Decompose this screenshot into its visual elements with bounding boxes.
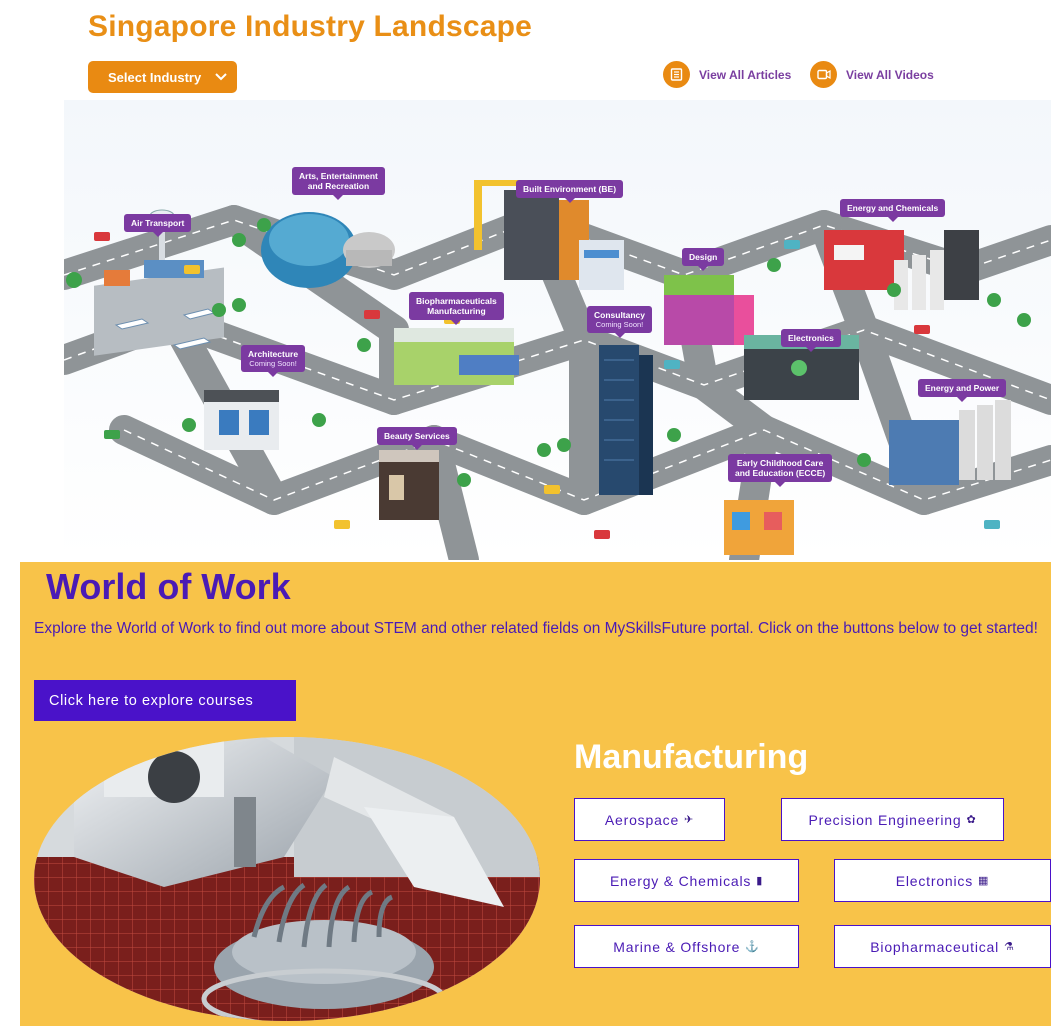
pin-energy-chemicals[interactable]: Energy and Chemicals bbox=[840, 199, 946, 223]
pin-label: Air Transport bbox=[131, 218, 185, 228]
pin-biopharmaceuticals[interactable]: Biopharmaceuticals Manufacturing bbox=[409, 292, 504, 326]
electronics-label: Electronics bbox=[895, 872, 974, 889]
manufacturing-title: Manufacturing bbox=[574, 738, 809, 776]
airplane-icon: ✈ bbox=[684, 814, 695, 826]
industry-landscape-section: Singapore Industry Landscape Select Indu… bbox=[0, 0, 1051, 560]
precision-engineering-label: Precision Engineering bbox=[808, 811, 962, 828]
pin-label: Manufacturing bbox=[427, 306, 486, 317]
flask-icon: ⚗ bbox=[1004, 941, 1015, 953]
precision-engineering-button[interactable]: Precision Engineering ✿ bbox=[781, 798, 1004, 841]
pin-coming-soon: Coming Soon! bbox=[249, 359, 297, 369]
biopharmaceutical-label: Biopharmaceutical bbox=[870, 938, 1000, 955]
pin-label: Arts, Entertainment bbox=[299, 171, 378, 181]
city-map-illustration bbox=[64, 100, 1051, 560]
pin-label: Architecture bbox=[248, 349, 299, 359]
pin-air-transport[interactable]: Air Transport bbox=[124, 214, 192, 238]
pin-built-environment[interactable]: Built Environment (BE) bbox=[516, 180, 624, 204]
chevron-down-icon bbox=[215, 73, 227, 81]
pin-beauty-services[interactable]: Beauty Services bbox=[377, 427, 457, 451]
pin-label: Consultancy bbox=[594, 310, 646, 320]
pin-label: and Education (ECCE) bbox=[735, 468, 826, 479]
world-of-work-title: World of Work bbox=[46, 566, 291, 607]
landscape-title: Singapore Industry Landscape bbox=[88, 10, 533, 43]
chip-icon: ▦ bbox=[978, 875, 990, 887]
pin-arts-entertainment[interactable]: Arts, Entertainment and Recreation bbox=[292, 167, 385, 201]
pin-label: Design bbox=[689, 252, 718, 262]
video-camera-icon bbox=[810, 61, 837, 88]
marine-offshore-button[interactable]: Marine & Offshore ⚓ bbox=[574, 925, 799, 968]
pin-label: and Recreation bbox=[307, 181, 370, 192]
pin-label: Energy and Chemicals bbox=[847, 203, 939, 213]
marine-offshore-label: Marine & Offshore bbox=[613, 938, 741, 955]
pin-ecce[interactable]: Early Childhood Care and Education (ECCE… bbox=[728, 454, 833, 488]
pin-label: Beauty Services bbox=[384, 431, 450, 441]
gear-icon: ✿ bbox=[966, 814, 977, 826]
select-industry-dropdown[interactable]: Select Industry bbox=[88, 61, 237, 93]
pin-label: Energy and Power bbox=[925, 383, 1000, 393]
pin-coming-soon: Coming Soon! bbox=[595, 320, 644, 330]
aerospace-label: Aerospace bbox=[604, 811, 680, 828]
pin-label: Biopharmaceuticals bbox=[416, 296, 497, 306]
industry-city-map: Arts, Entertainment and Recreation Air T… bbox=[64, 100, 1051, 560]
view-all-articles-link[interactable]: View All Articles bbox=[663, 61, 791, 88]
aerospace-button[interactable]: Aerospace ✈ bbox=[574, 798, 725, 841]
view-all-videos-link[interactable]: View All Videos bbox=[810, 61, 934, 88]
electronics-button[interactable]: Electronics ▦ bbox=[834, 859, 1051, 902]
page: Singapore Industry Landscape Select Indu… bbox=[0, 0, 1051, 1026]
energy-chemicals-label: Energy & Chemicals bbox=[609, 872, 752, 889]
battery-icon: ▮ bbox=[756, 875, 764, 887]
pin-architecture[interactable]: Architecture Coming Soon! bbox=[241, 345, 306, 378]
pin-label: Early Childhood Care bbox=[736, 458, 824, 468]
explore-courses-button[interactable]: Click here to explore courses bbox=[34, 680, 296, 721]
pin-electronics[interactable]: Electronics bbox=[781, 329, 841, 353]
articles-icon bbox=[663, 61, 690, 88]
manufacturing-photo bbox=[34, 737, 540, 1021]
view-all-articles-label: View All Articles bbox=[699, 67, 792, 82]
pin-label: Built Environment (BE) bbox=[523, 184, 617, 194]
biopharmaceutical-button[interactable]: Biopharmaceutical ⚗ bbox=[834, 925, 1051, 968]
select-industry-label: Select Industry bbox=[108, 69, 202, 85]
pin-label: Electronics bbox=[788, 333, 834, 343]
pin-consultancy[interactable]: Consultancy Coming Soon! bbox=[587, 306, 653, 339]
pin-design[interactable]: Design bbox=[682, 248, 725, 272]
energy-chemicals-button[interactable]: Energy & Chemicals ▮ bbox=[574, 859, 799, 902]
world-of-work-description: Explore the World of Work to find out mo… bbox=[34, 620, 1038, 637]
view-all-videos-label: View All Videos bbox=[846, 67, 934, 82]
world-of-work-section: World of Work Explore the World of Work … bbox=[20, 562, 1051, 1026]
anchor-icon: ⚓ bbox=[745, 941, 760, 953]
pin-energy-power[interactable]: Energy and Power bbox=[918, 379, 1007, 403]
